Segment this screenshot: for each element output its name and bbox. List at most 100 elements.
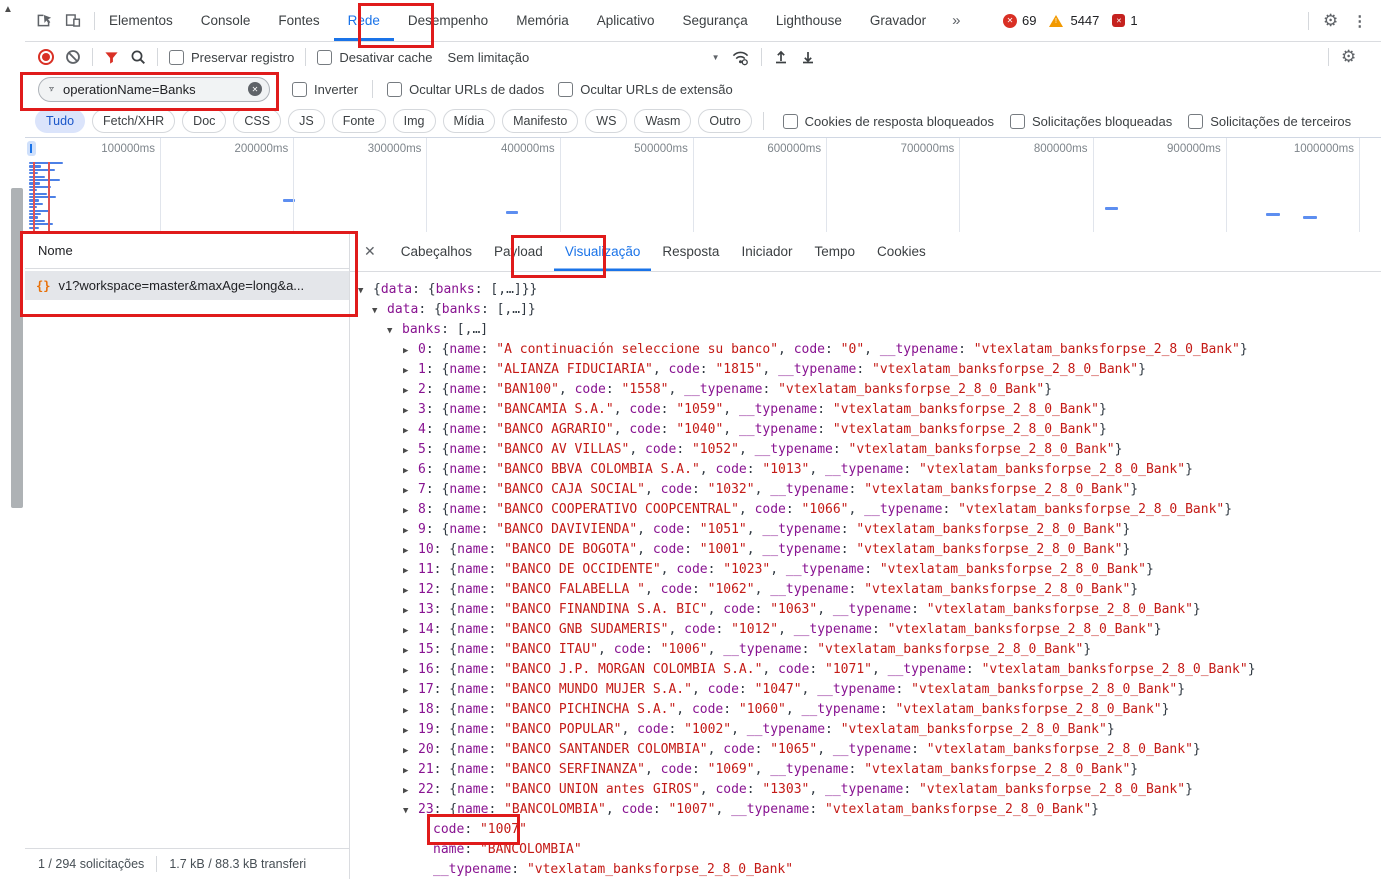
tab-gravador[interactable]: Gravador <box>856 0 940 41</box>
expander-expanded-icon[interactable]: ▼ <box>403 801 418 821</box>
expander-collapsed-icon[interactable]: ▶ <box>403 361 418 381</box>
json-row-bank-6[interactable]: ▶6: {name: "BANCO BBVA COLOMBIA S.A.", c… <box>350 460 1381 480</box>
scrollbar-thumb[interactable] <box>11 188 23 508</box>
close-detail-icon[interactable]: ✕ <box>364 243 376 260</box>
filter-chip-css[interactable]: CSS <box>233 109 281 133</box>
checkbox-solicita-es-de-terceiros[interactable]: Solicitações de terceiros <box>1188 114 1351 129</box>
console-badges[interactable]: ✕ 69 ! 5447 ✕ 1 <box>1003 0 1138 41</box>
filter-chip-outro[interactable]: Outro <box>698 109 751 133</box>
menu-dots-icon[interactable]: ⋮ <box>1352 12 1367 30</box>
json-row-bank-20[interactable]: ▶20: {name: "BANCO SANTANDER COLOMBIA", … <box>350 740 1381 760</box>
detail-tab-iniciador[interactable]: Iniciador <box>730 232 803 271</box>
expander-collapsed-icon[interactable]: ▶ <box>403 761 418 781</box>
checkbox-box[interactable] <box>292 82 307 97</box>
filter-chip-doc[interactable]: Doc <box>182 109 226 133</box>
clear-filter-icon[interactable]: ✕ <box>248 82 262 96</box>
json-banks-line[interactable]: ▼banks: [,…] <box>350 320 1381 340</box>
export-har-icon[interactable] <box>800 49 816 65</box>
json-field-typename[interactable]: __typename: "vtexlatam_banksforpse_2_8_0… <box>350 860 1381 879</box>
timeline-selection-handle[interactable] <box>27 141 36 156</box>
expander-collapsed-icon[interactable]: ▶ <box>403 401 418 421</box>
throttling-dropdown[interactable]: Sem limitação ▼ <box>448 50 720 65</box>
more-tabs-button[interactable]: » <box>940 12 972 29</box>
expander-collapsed-icon[interactable]: ▶ <box>403 641 418 661</box>
checkbox-solicita-es-bloqueadas[interactable]: Solicitações bloqueadas <box>1010 114 1172 129</box>
request-list-column-header[interactable]: Nome <box>25 232 349 269</box>
disable-cache-checkbox[interactable]: Desativar cache <box>317 50 432 65</box>
page-scrollbar[interactable]: ▲ <box>0 0 25 879</box>
checkbox-box[interactable] <box>317 50 332 65</box>
tab-fontes[interactable]: Fontes <box>264 0 333 41</box>
hide-extension-urls-checkbox[interactable]: Ocultar URLs de extensão <box>558 82 732 97</box>
expander-collapsed-icon[interactable]: ▶ <box>403 461 418 481</box>
network-conditions-icon[interactable] <box>731 49 750 66</box>
json-row-bank-16[interactable]: ▶16: {name: "BANCO J.P. MORGAN COLOMBIA … <box>350 660 1381 680</box>
record-network-log-icon[interactable] <box>38 49 54 65</box>
expander-collapsed-icon[interactable]: ▶ <box>403 381 418 401</box>
filter-icon[interactable] <box>104 50 119 65</box>
json-row-bank-21[interactable]: ▶21: {name: "BANCO SERFINANZA", code: "1… <box>350 760 1381 780</box>
settings-gear-icon[interactable]: ⚙ <box>1323 11 1338 31</box>
tab-mem-ria[interactable]: Memória <box>502 0 583 41</box>
checkbox-box[interactable] <box>1010 114 1025 129</box>
expander-collapsed-icon[interactable]: ▶ <box>403 501 418 521</box>
json-row-bank-15[interactable]: ▶15: {name: "BANCO ITAU", code: "1006", … <box>350 640 1381 660</box>
checkbox-box[interactable] <box>783 114 798 129</box>
json-field-name[interactable]: name: "BANCOLOMBIA" <box>350 840 1381 860</box>
tab-seguran-a[interactable]: Segurança <box>669 0 762 41</box>
expander-collapsed-icon[interactable]: ▶ <box>403 781 418 801</box>
json-row-bank-8[interactable]: ▶8: {name: "BANCO COOPERATIVO COOPCENTRA… <box>350 500 1381 520</box>
detail-tab-payload[interactable]: Payload <box>483 232 554 271</box>
json-row-bank-2[interactable]: ▶2: {name: "BAN100", code: "1558", __typ… <box>350 380 1381 400</box>
tab-elementos[interactable]: Elementos <box>95 0 187 41</box>
filter-chip-fonte[interactable]: Fonte <box>332 109 386 133</box>
expander-collapsed-icon[interactable]: ▶ <box>403 541 418 561</box>
json-field-code[interactable]: code: "1007" <box>350 820 1381 840</box>
expander-collapsed-icon[interactable]: ▶ <box>403 681 418 701</box>
detail-tab-cookies[interactable]: Cookies <box>866 232 937 271</box>
filter-chip-wasm[interactable]: Wasm <box>634 109 691 133</box>
expander-collapsed-icon[interactable]: ▶ <box>403 341 418 361</box>
expander-collapsed-icon[interactable]: ▶ <box>403 421 418 441</box>
json-data-line[interactable]: ▼data: {banks: [,…]} <box>350 300 1381 320</box>
preserve-log-checkbox[interactable]: Preservar registro <box>169 50 294 65</box>
tab-console[interactable]: Console <box>187 0 265 41</box>
checkbox-box[interactable] <box>1188 114 1203 129</box>
detail-tab-visualiza-o[interactable]: Visualização <box>554 232 652 271</box>
checkbox-box[interactable] <box>558 82 573 97</box>
expander-collapsed-icon[interactable]: ▶ <box>403 481 418 501</box>
filter-chip-js[interactable]: JS <box>288 109 325 133</box>
detail-tab-resposta[interactable]: Resposta <box>651 232 730 271</box>
json-row-bank-4[interactable]: ▶4: {name: "BANCO AGRARIO", code: "1040"… <box>350 420 1381 440</box>
tab-desempenho[interactable]: Desempenho <box>394 0 502 41</box>
expander-collapsed-icon[interactable]: ▶ <box>403 601 418 621</box>
filter-input-pill[interactable]: ✕ <box>38 77 270 102</box>
json-row-bank-18[interactable]: ▶18: {name: "BANCO PICHINCHA S.A.", code… <box>350 700 1381 720</box>
filter-chip-m-dia[interactable]: Mídia <box>443 109 496 133</box>
json-row-bank-1[interactable]: ▶1: {name: "ALIANZA FIDUCIARIA", code: "… <box>350 360 1381 380</box>
json-row-bank-5[interactable]: ▶5: {name: "BANCO AV VILLAS", code: "105… <box>350 440 1381 460</box>
tab-aplicativo[interactable]: Aplicativo <box>583 0 669 41</box>
expander-collapsed-icon[interactable]: ▶ <box>403 661 418 681</box>
scroll-up-icon[interactable]: ▲ <box>3 4 13 15</box>
json-row-bank-19[interactable]: ▶19: {name: "BANCO POPULAR", code: "1002… <box>350 720 1381 740</box>
filter-input[interactable] <box>61 81 241 98</box>
filter-chip-img[interactable]: Img <box>393 109 436 133</box>
search-icon[interactable] <box>130 49 146 65</box>
expander-collapsed-icon[interactable]: ▶ <box>403 701 418 721</box>
expander-expanded-icon[interactable]: ▼ <box>358 281 373 301</box>
filter-chip-ws[interactable]: WS <box>585 109 627 133</box>
inspect-element-icon[interactable] <box>35 12 52 29</box>
invert-checkbox[interactable]: Inverter <box>292 82 358 97</box>
hide-data-urls-checkbox[interactable]: Ocultar URLs de dados <box>387 82 544 97</box>
filter-chip-manifesto[interactable]: Manifesto <box>502 109 578 133</box>
json-root-line[interactable]: ▼{data: {banks: [,…]}} <box>350 280 1381 300</box>
json-row-bank-23[interactable]: ▼23: {name: "BANCOLOMBIA", code: "1007",… <box>350 800 1381 820</box>
json-row-bank-13[interactable]: ▶13: {name: "BANCO FINANDINA S.A. BIC", … <box>350 600 1381 620</box>
json-row-bank-0[interactable]: ▶0: {name: "A continuación seleccione su… <box>350 340 1381 360</box>
json-row-bank-22[interactable]: ▶22: {name: "BANCO UNION antes GIROS", c… <box>350 780 1381 800</box>
detail-tab-cabe-alhos[interactable]: Cabeçalhos <box>390 232 483 271</box>
network-settings-gear-icon[interactable]: ⚙ <box>1341 47 1356 67</box>
detail-tab-tempo[interactable]: Tempo <box>803 232 866 271</box>
json-row-bank-3[interactable]: ▶3: {name: "BANCAMIA S.A.", code: "1059"… <box>350 400 1381 420</box>
